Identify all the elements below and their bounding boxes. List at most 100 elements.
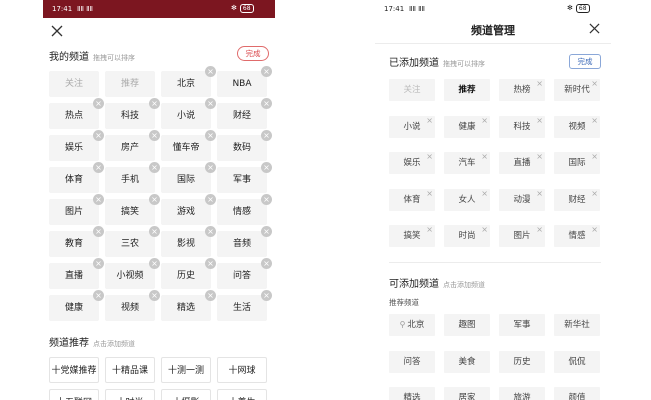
- channel-tile[interactable]: 小视频 ×: [105, 258, 160, 289]
- remove-icon[interactable]: ×: [591, 189, 598, 198]
- available-tile[interactable]: 颜值: [554, 387, 600, 400]
- channel-tile[interactable]: 历史 ×: [161, 258, 216, 289]
- remove-icon[interactable]: ×: [149, 98, 160, 109]
- remove-icon[interactable]: ×: [536, 116, 543, 125]
- remove-icon[interactable]: ×: [205, 98, 216, 109]
- recommend-tile[interactable]: 十五联网: [49, 389, 99, 400]
- remove-icon[interactable]: ×: [536, 226, 543, 234]
- remove-icon[interactable]: ×: [426, 116, 433, 125]
- channel-tile[interactable]: 体育 ×: [389, 188, 435, 211]
- channel-tile[interactable]: 小说 ×: [161, 98, 216, 129]
- channel-tile[interactable]: 娱乐 ×: [49, 130, 104, 161]
- channel-tile[interactable]: 搞笑 ×: [105, 194, 160, 225]
- recommend-tile[interactable]: 十精品课: [105, 357, 155, 383]
- remove-icon[interactable]: ×: [93, 162, 104, 173]
- done-button[interactable]: 完成: [569, 54, 601, 69]
- recommend-tile[interactable]: 十摄影: [161, 389, 211, 400]
- channel-tile[interactable]: 三农 ×: [105, 226, 160, 257]
- channel-tile[interactable]: 国际 ×: [554, 152, 600, 174]
- channel-tile[interactable]: 推荐: [444, 79, 490, 101]
- channel-tile[interactable]: 热榜 ×: [499, 79, 545, 101]
- channel-tile[interactable]: 热点 ×: [49, 98, 104, 129]
- channel-tile[interactable]: 军事 ×: [217, 162, 272, 193]
- remove-icon[interactable]: ×: [205, 194, 216, 205]
- channel-tile[interactable]: 直播 ×: [499, 152, 545, 174]
- recommend-tile[interactable]: 十时尚: [105, 389, 155, 400]
- channel-tile[interactable]: 关注: [389, 79, 435, 101]
- channel-tile[interactable]: 小说 ×: [389, 115, 435, 138]
- channel-tile[interactable]: 体育 ×: [49, 162, 104, 193]
- available-tile[interactable]: 居家: [444, 387, 490, 400]
- remove-icon[interactable]: ×: [149, 130, 160, 141]
- remove-icon[interactable]: ×: [205, 290, 216, 301]
- channel-tile[interactable]: 情感 ×: [217, 194, 272, 225]
- remove-icon[interactable]: ×: [536, 189, 543, 198]
- channel-tile[interactable]: 健康 ×: [49, 290, 104, 321]
- remove-icon[interactable]: ×: [591, 80, 598, 88]
- channel-tile[interactable]: 娱乐 ×: [389, 152, 435, 174]
- channel-tile[interactable]: 房产 ×: [105, 130, 160, 161]
- available-tile[interactable]: 美食: [444, 350, 490, 373]
- channel-tile[interactable]: 推荐: [105, 71, 155, 97]
- channel-tile[interactable]: 北京 ×: [161, 66, 216, 97]
- recommend-tile[interactable]: 十网球: [217, 357, 267, 383]
- remove-icon[interactable]: ×: [149, 194, 160, 205]
- remove-icon[interactable]: ×: [261, 290, 272, 301]
- remove-icon[interactable]: ×: [261, 226, 272, 237]
- remove-icon[interactable]: ×: [426, 226, 433, 234]
- channel-tile[interactable]: 手机 ×: [105, 162, 160, 193]
- channel-tile[interactable]: 情感 ×: [554, 225, 600, 247]
- channel-tile[interactable]: 图片 ×: [49, 194, 104, 225]
- recommend-tile[interactable]: 十党媒推荐: [49, 357, 99, 383]
- channel-tile[interactable]: 健康 ×: [444, 115, 490, 138]
- close-icon[interactable]: [589, 23, 600, 34]
- remove-icon[interactable]: ×: [261, 162, 272, 173]
- channel-tile[interactable]: 科技 ×: [499, 115, 545, 138]
- remove-icon[interactable]: ×: [93, 194, 104, 205]
- remove-icon[interactable]: ×: [93, 290, 104, 301]
- channel-tile[interactable]: 影视 ×: [161, 226, 216, 257]
- available-tile[interactable]: 历史: [499, 350, 545, 373]
- remove-icon[interactable]: ×: [481, 116, 488, 125]
- recommend-tile[interactable]: 十测一测: [161, 357, 211, 383]
- remove-icon[interactable]: ×: [426, 189, 433, 198]
- remove-icon[interactable]: ×: [481, 189, 488, 198]
- remove-icon[interactable]: ×: [149, 226, 160, 237]
- remove-icon[interactable]: ×: [205, 66, 216, 77]
- remove-icon[interactable]: ×: [261, 194, 272, 205]
- channel-tile[interactable]: 视频 ×: [105, 290, 160, 321]
- remove-icon[interactable]: ×: [536, 80, 543, 88]
- channel-tile[interactable]: 时尚 ×: [444, 225, 490, 247]
- channel-tile[interactable]: 懂车帝 ×: [161, 130, 216, 161]
- channel-tile[interactable]: 科技 ×: [105, 98, 160, 129]
- remove-icon[interactable]: ×: [261, 98, 272, 109]
- remove-icon[interactable]: ×: [205, 130, 216, 141]
- channel-tile[interactable]: 数码 ×: [217, 130, 272, 161]
- remove-icon[interactable]: ×: [205, 226, 216, 237]
- close-icon[interactable]: [51, 25, 63, 37]
- available-tile[interactable]: 问答: [389, 350, 435, 373]
- channel-tile[interactable]: 国际 ×: [161, 162, 216, 193]
- available-tile[interactable]: 旅游: [499, 387, 545, 400]
- remove-icon[interactable]: ×: [149, 290, 160, 301]
- available-tile[interactable]: 侃侃: [554, 350, 600, 373]
- channel-tile[interactable]: 教育 ×: [49, 226, 104, 257]
- remove-icon[interactable]: ×: [591, 153, 598, 161]
- channel-tile[interactable]: 音频 ×: [217, 226, 272, 257]
- channel-tile[interactable]: 新时代 ×: [554, 79, 600, 101]
- channel-tile[interactable]: 搞笑 ×: [389, 225, 435, 247]
- channel-tile[interactable]: 动漫 ×: [499, 188, 545, 211]
- channel-tile[interactable]: 财经 ×: [554, 188, 600, 211]
- channel-tile[interactable]: 生活 ×: [217, 290, 272, 321]
- remove-icon[interactable]: ×: [591, 116, 598, 125]
- available-tile[interactable]: 新华社: [554, 314, 600, 336]
- channel-tile[interactable]: 关注: [49, 71, 99, 97]
- recommend-tile[interactable]: 十养生: [217, 389, 267, 400]
- remove-icon[interactable]: ×: [205, 258, 216, 269]
- available-tile[interactable]: 趣图: [444, 314, 490, 336]
- remove-icon[interactable]: ×: [261, 66, 272, 77]
- remove-icon[interactable]: ×: [426, 153, 433, 161]
- available-tile[interactable]: ⚲ 北京: [389, 314, 435, 336]
- done-button[interactable]: 完成: [237, 46, 269, 61]
- remove-icon[interactable]: ×: [93, 226, 104, 237]
